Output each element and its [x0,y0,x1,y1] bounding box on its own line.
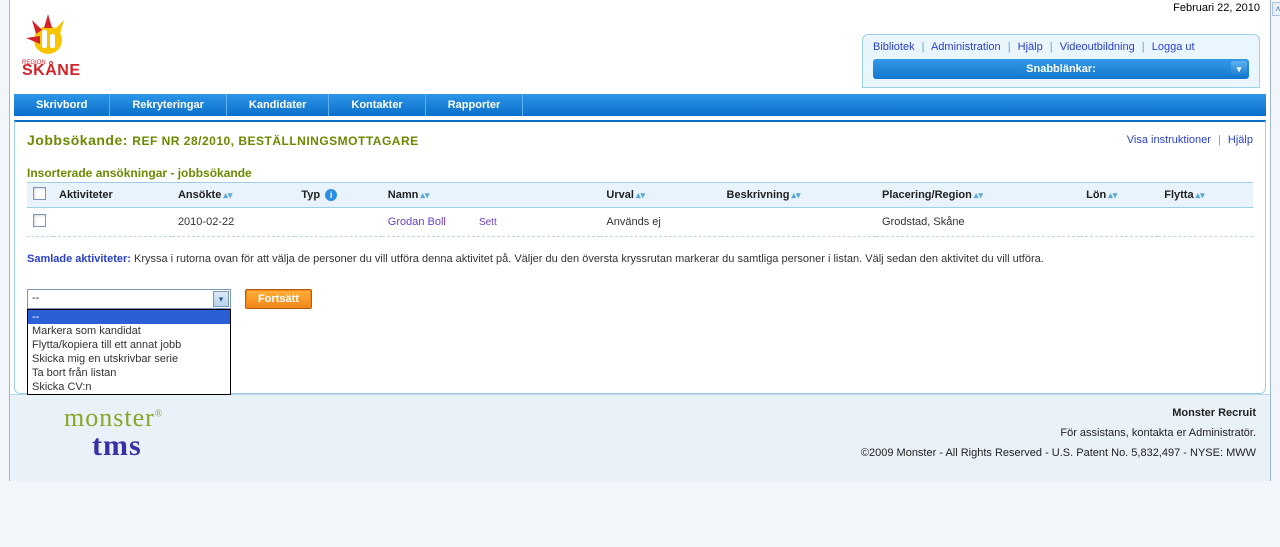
logo-icon [22,10,74,62]
seen-label: Sett [479,217,497,228]
col-beskrivning[interactable]: Beskrivning▴▾ [721,183,876,208]
cell-placering: Grodstad, Skåne [876,208,1080,237]
chevron-down-icon: ▾ [213,291,229,307]
separator: | [1214,134,1225,146]
col-urval[interactable]: Urval▴▾ [600,183,720,208]
tab-rapporter[interactable]: Rapporter [426,94,524,116]
activity-select-options: -- Markera som kandidat Flytta/kopiera t… [27,309,231,395]
link-show-instructions[interactable]: Visa instruktioner [1127,134,1211,146]
cell-ansokte: 2010-02-22 [172,208,295,237]
link-page-help[interactable]: Hjälp [1228,134,1253,146]
tms-logo: tms [64,429,163,463]
main-content: Jobbsökande: REF NR 28/2010, BESTÄLLNING… [14,120,1266,394]
tab-kontakter[interactable]: Kontakter [329,94,425,116]
top-utility-box: Bibliotek | Administration | Hjälp | Vid… [862,34,1260,88]
separator: | [1004,41,1015,53]
option-markera[interactable]: Markera som kandidat [28,324,230,338]
col-lon[interactable]: Lön▴▾ [1080,183,1158,208]
option-flytta[interactable]: Flytta/kopiera till ett annat jobb [28,338,230,352]
activities-label: Samlade aktiviteter: [27,253,131,265]
current-date: Februari 22, 2010 [10,0,1270,16]
info-icon[interactable]: i [325,189,337,201]
section-title: Insorterade ansökningar - jobbsökande [27,166,1253,180]
activity-select[interactable]: -- ▾ [27,289,231,309]
footer: monster® tms Monster Recruit För assista… [10,394,1270,481]
sort-icon: ▴▾ [789,190,800,200]
footer-brand: Monster Recruit [861,403,1256,423]
footer-assist: För assistans, kontakta er Administratör… [861,423,1256,443]
activity-select-value: -- [32,292,39,304]
footer-logos: monster® tms [24,403,163,463]
activities-help-text: Samlade aktiviteter: Kryssa i rutorna ov… [27,251,1253,267]
brand-logo: REGION SKÅNE [22,10,102,80]
col-aktiviteter[interactable]: Aktiviteter [53,183,172,208]
table-row: 2010-02-22 Grodan Boll Sett Används ej G… [27,208,1253,237]
page-title-ref: REF NR 28/2010, BESTÄLLNINGSMOTTAGARE [132,134,418,148]
main-nav: Skrivbord Rekryteringar Kandidater Konta… [14,94,1266,116]
scrollbar-up[interactable]: ˄ [1272,2,1280,16]
separator: | [918,41,929,53]
sort-icon: ▴▾ [418,190,429,200]
footer-copyright: ©2009 Monster - All Rights Reserved - U.… [861,443,1256,463]
separator: | [1138,41,1149,53]
select-all-checkbox[interactable] [33,187,46,200]
option-blank[interactable]: -- [28,310,230,324]
tab-skrivbord[interactable]: Skrivbord [14,94,110,116]
col-namn[interactable]: Namn▴▾ [382,183,601,208]
option-tabort[interactable]: Ta bort från listan [28,366,230,380]
applicant-name-link[interactable]: Grodan Boll [388,216,446,228]
sort-icon: ▴▾ [221,190,232,200]
separator: | [1046,41,1057,53]
col-placering[interactable]: Placering/Region▴▾ [876,183,1080,208]
sort-icon: ▴▾ [634,190,645,200]
col-typ[interactable]: Typ i [295,183,381,208]
logo-brand-text: SKÅNE [22,62,102,80]
sort-icon: ▴▾ [1106,190,1117,200]
activities-description: Kryssa i rutorna ovan för att välja de p… [134,253,1044,265]
quicklinks-dropdown[interactable]: Snabblänkar: ▾ [873,59,1249,79]
link-bibliotek[interactable]: Bibliotek [873,41,915,53]
top-links: Bibliotek | Administration | Hjälp | Vid… [873,41,1249,59]
col-flytta[interactable]: Flytta▴▾ [1158,183,1253,208]
header: REGION SKÅNE Bibliotek | Administration … [10,16,1270,94]
link-video[interactable]: Videoutbildning [1060,41,1135,53]
page-title-prefix: Jobbsökande: [27,132,128,148]
sort-icon: ▴▾ [972,190,983,200]
link-administration[interactable]: Administration [931,41,1001,53]
row-checkbox[interactable] [33,214,46,227]
continue-button[interactable]: Fortsätt [245,289,312,309]
option-skicka-cv[interactable]: Skicka CV:n [28,380,230,394]
sort-icon: ▴▾ [1194,190,1205,200]
link-logout[interactable]: Logga ut [1152,41,1195,53]
applicants-table: Aktiviteter Ansökte▴▾ Typ i Namn▴▾ Urval… [27,182,1253,237]
option-skicka-serie[interactable]: Skicka mig en utskrivbar serie [28,352,230,366]
chevron-down-icon: ▾ [1231,61,1247,77]
link-hjalp[interactable]: Hjälp [1018,41,1043,53]
tab-kandidater[interactable]: Kandidater [227,94,329,116]
col-ansokte[interactable]: Ansökte▴▾ [172,183,295,208]
cell-urval: Används ej [600,208,720,237]
footer-text: Monster Recruit För assistans, kontakta … [861,403,1256,463]
page-title: Jobbsökande: REF NR 28/2010, BESTÄLLNING… [27,132,419,148]
quicklinks-label: Snabblänkar: [1026,63,1096,75]
tab-rekryteringar[interactable]: Rekryteringar [110,94,227,116]
page-help-links: Visa instruktioner | Hjälp [1127,134,1253,146]
